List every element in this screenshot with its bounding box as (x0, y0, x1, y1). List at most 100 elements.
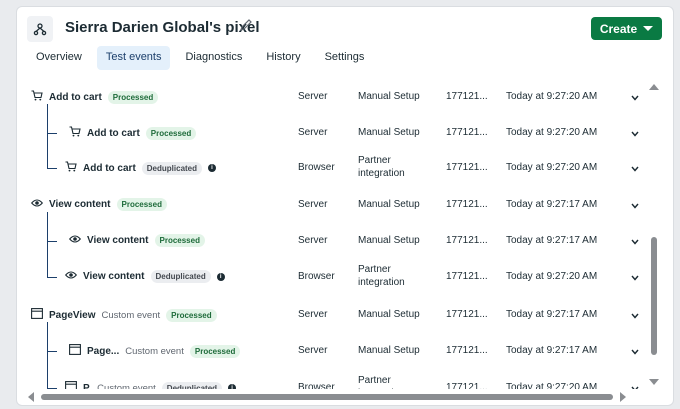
event-name-cell: PageView Custom event Processed (31, 308, 217, 322)
info-icon[interactable]: i (216, 272, 225, 281)
cart-icon (31, 90, 43, 104)
event-source: Server (298, 199, 328, 210)
event-name: View content (83, 271, 145, 282)
chevron-down-icon[interactable] (631, 237, 639, 245)
event-row[interactable]: View content Deduplicated i Browser Partner … (17, 262, 647, 292)
tab-test-events[interactable]: Test events (96, 46, 171, 70)
page-icon (31, 308, 43, 322)
event-source: Browser (298, 162, 335, 173)
create-button[interactable]: Create (591, 17, 662, 40)
event-id: 177121... (446, 235, 488, 246)
event-setup: Partner integration (358, 375, 405, 389)
status-badge: Processed (107, 90, 159, 104)
event-name: PageView (49, 309, 96, 321)
create-button-label: Create (599, 21, 638, 36)
pixel-header: Sierra Darien Global's pixel Create (17, 7, 673, 45)
event-time: Today at 9:27:17 AM (506, 309, 598, 320)
event-time: Today at 9:27:20 AM (506, 127, 598, 138)
scroll-up-arrow-icon[interactable] (649, 84, 659, 90)
tree-connector (47, 322, 48, 388)
tree-connector-branch (47, 388, 57, 389)
pixel-icon (27, 16, 53, 42)
status-badge: Processed (154, 234, 205, 247)
tab-settings[interactable]: Settings (316, 46, 374, 70)
tab-history[interactable]: History (257, 46, 309, 70)
caret-down-icon (643, 26, 654, 31)
event-name: P. (83, 382, 92, 390)
event-row[interactable]: Add to cart Processed Server Manual Setup 17… (17, 82, 647, 112)
event-id: 177121... (446, 91, 488, 102)
custom-event-label: Custom event (101, 309, 161, 321)
tree-connector-branch (47, 168, 57, 169)
scroll-left-arrow-icon[interactable] (28, 392, 34, 402)
chevron-down-icon[interactable] (631, 164, 639, 172)
event-time: Today at 9:27:20 AM (506, 271, 598, 282)
chevron-down-icon[interactable] (631, 129, 639, 137)
event-name-cell: Add to cart Deduplicated i (65, 161, 217, 175)
event-source: Browser (298, 271, 335, 282)
event-setup: Manual Setup (358, 309, 420, 320)
event-id: 177121... (446, 382, 488, 389)
scroll-down-arrow-icon[interactable] (649, 379, 659, 385)
status-badge: Processed (145, 126, 197, 140)
event-id: 177121... (446, 309, 488, 320)
chevron-down-icon[interactable] (631, 384, 639, 389)
event-name: View content (87, 235, 149, 246)
event-name-cell: Page... Custom event Processed (69, 344, 241, 358)
event-name: Page... (87, 345, 120, 357)
status-badge: Deduplicated (161, 381, 223, 389)
event-row[interactable]: Add to cart Deduplicated i Browser Partner i… (17, 153, 647, 183)
event-name: Add to cart (83, 162, 136, 174)
event-name-cell: Add to cart Processed (31, 90, 159, 104)
chevron-down-icon[interactable] (631, 273, 639, 281)
event-time: Today at 9:27:17 AM (506, 345, 598, 356)
event-name: View content (49, 199, 111, 210)
status-badge: Deduplicated (141, 161, 203, 175)
horizontal-scrollbar-thumb[interactable] (41, 394, 613, 400)
event-name-cell: View content Processed (30, 198, 167, 211)
event-source: Server (298, 309, 328, 320)
event-id: 177121... (446, 199, 488, 210)
cart-icon (65, 161, 77, 175)
tree-connector-branch (47, 241, 57, 242)
event-setup: Partner integration (358, 155, 405, 179)
vertical-scrollbar-thumb[interactable] (651, 237, 657, 355)
event-row[interactable]: P. Custom event Deduplicated i Browser Partne… (17, 373, 647, 389)
tab-diagnostics[interactable]: Diagnostics (176, 46, 251, 70)
scroll-right-arrow-icon[interactable] (620, 392, 626, 402)
event-name-cell: View content Processed (68, 234, 205, 247)
events-list: Add to cart Processed Server Manual Setup 17… (17, 79, 647, 389)
tree-connector-branch (47, 133, 57, 134)
event-row[interactable]: Page... Custom event Processed Server Manual… (17, 336, 647, 366)
eye-icon (30, 198, 44, 211)
page-icon (69, 344, 81, 358)
event-setup: Manual Setup (358, 199, 420, 210)
event-time: Today at 9:27:17 AM (506, 235, 598, 246)
event-source: Server (298, 127, 328, 138)
eye-icon (64, 270, 78, 283)
page-icon (65, 381, 77, 389)
chevron-down-icon[interactable] (631, 311, 639, 319)
status-badge: Processed (166, 308, 217, 322)
chevron-down-icon[interactable] (631, 201, 639, 209)
event-source: Server (298, 235, 328, 246)
tree-connector-branch (47, 351, 57, 352)
event-time: Today at 9:27:20 AM (506, 91, 598, 102)
eye-icon (68, 234, 82, 247)
info-icon[interactable]: i (228, 384, 237, 389)
tab-overview[interactable]: Overview (27, 46, 91, 70)
event-id: 177121... (446, 127, 488, 138)
event-row[interactable]: PageView Custom event Processed Server Manua… (17, 300, 647, 330)
event-row[interactable]: View content Processed Server Manual Setup 1… (17, 226, 647, 256)
chevron-down-icon[interactable] (631, 93, 639, 101)
event-source: Server (298, 345, 328, 356)
tree-connector-branch (47, 277, 57, 278)
info-icon[interactable]: i (208, 164, 217, 172)
pencil-icon[interactable] (239, 18, 255, 34)
chevron-down-icon[interactable] (631, 347, 639, 355)
event-row[interactable]: Add to cart Processed Server Manual Setup 17… (17, 118, 647, 148)
event-row[interactable]: View content Processed Server Manual Setup 1… (17, 190, 647, 220)
tree-connector (47, 212, 48, 277)
event-time: Today at 9:27:17 AM (506, 199, 598, 210)
custom-event-label: Custom event (97, 382, 156, 390)
